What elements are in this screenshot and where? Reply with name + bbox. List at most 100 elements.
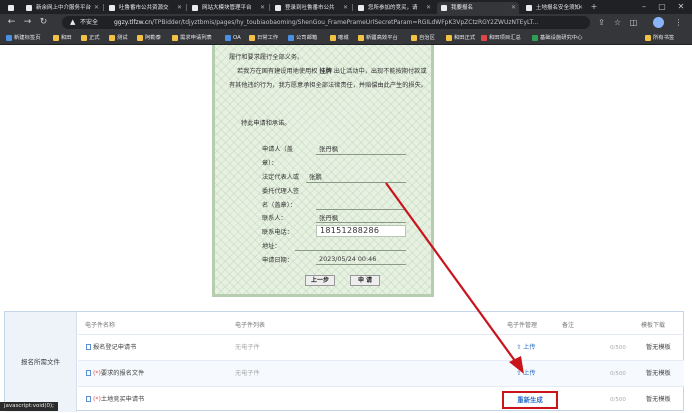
file-list: 无电子件: [235, 344, 260, 351]
template-text: 暂无模板: [646, 370, 671, 377]
page-icon: [109, 5, 115, 11]
bookmark-label: 和田项目汇总: [489, 35, 521, 41]
close-icon[interactable]: ✕: [511, 2, 516, 14]
tab-2[interactable]: 吐鲁番市公共资源交 ✕: [105, 2, 185, 14]
apply-button[interactable]: 申 请: [350, 275, 380, 286]
folder-icon: [330, 35, 336, 41]
bookmark-item[interactable]: 新疆高效平台: [358, 31, 398, 45]
all-bookmarks[interactable]: 所有书签: [645, 31, 674, 45]
page-icon: [441, 5, 447, 11]
menu-dots-icon[interactable]: ⋮: [673, 17, 684, 28]
close-icon[interactable]: ✕: [578, 2, 583, 14]
cert-text-part: 出让活动中，出现不能按期付款或: [333, 68, 427, 75]
upload-link[interactable]: ⇧ 上传: [516, 361, 536, 387]
back-icon[interactable]: ←: [6, 17, 17, 28]
tab-title: 您所参加的竞买，请: [368, 5, 418, 11]
phone-input[interactable]: 18151288286: [316, 225, 406, 237]
tab-4[interactable]: 登录到吐鲁番市公共 ✕: [271, 2, 351, 14]
bookmark-label: 公司邮箱: [296, 35, 318, 41]
globe-icon: [6, 35, 12, 41]
required-mark: (*): [93, 370, 101, 377]
profile-avatar[interactable]: [653, 17, 664, 28]
header-list: 电子件列表: [235, 322, 266, 329]
folder-icon: [53, 35, 59, 41]
upload-label: 上传: [523, 344, 536, 351]
close-icon[interactable]: ✕: [177, 2, 182, 14]
bookmark-item[interactable]: 和田项目汇总: [481, 31, 521, 45]
page-content: 履行和要求履行全部义务。 若我方在国有建设用地使用权 挂牌 出让活动中，出现不能…: [0, 45, 692, 412]
note-count: 0/500: [610, 397, 626, 403]
close-icon[interactable]: ✕: [260, 2, 265, 14]
header-template: 模板下载: [641, 322, 666, 329]
close-icon[interactable]: ✕: [94, 2, 99, 14]
insecure-label[interactable]: 不安全: [80, 16, 98, 29]
cert-text-line: 特此申请和承诺。: [241, 120, 291, 127]
tab-5[interactable]: 您所参加的竞买，请 ✕: [354, 2, 434, 14]
bookmark-item[interactable]: 日常工作: [249, 31, 278, 45]
extensions-icon[interactable]: ◫: [628, 17, 639, 28]
table-row: (*)要求的报名文件 无电子件 ⇧ 上传 0/500 暂无模板: [78, 360, 684, 386]
bookmark-label: 测试: [117, 35, 128, 41]
bookmark-item[interactable]: 正式: [81, 31, 100, 45]
tab-title: 我要报名: [451, 5, 474, 11]
oa-icon: [225, 35, 231, 41]
bookmark-star-icon[interactable]: ☆: [612, 17, 623, 28]
applicant-label: 申请人（盖: [262, 146, 293, 153]
tab-1[interactable]: 新余网上中介服务平台 ✕: [22, 2, 102, 14]
url-text[interactable]: ggzy.tlfzw.cn/TPBidder/tdjyztbmis/pages/…: [114, 16, 584, 29]
forward-icon[interactable]: →: [22, 17, 33, 28]
header-name: 电子件名称: [85, 322, 116, 329]
tab-title: 土地报名安全须知: [536, 5, 581, 11]
contact-value: 张丹枫: [319, 214, 339, 222]
bookmark-item[interactable]: 和田正式: [446, 31, 475, 45]
bookmark-item[interactable]: OA: [225, 31, 241, 45]
prev-step-button[interactable]: 上一步: [305, 275, 335, 286]
maximize-icon[interactable]: ▢: [654, 0, 670, 14]
new-tab-icon[interactable]: +: [588, 0, 600, 14]
file-name-cell: (*)土地竞买申请书: [86, 387, 144, 413]
browser-tab-bar: 新余网上中介服务平台 ✕ 吐鲁番市公共资源交 ✕ 网站大模块管理平台 ✕ 登录到…: [0, 0, 692, 14]
minimize-icon[interactable]: –: [636, 0, 652, 14]
page-icon: [192, 5, 198, 11]
address-bar[interactable]: ▲ 不安全 ggzy.tlfzw.cn/TPBidder/tdjyztbmis/…: [62, 16, 590, 29]
folder-icon: [81, 35, 87, 41]
tab-6-active[interactable]: 我要报名 ✕: [437, 2, 519, 14]
share-icon[interactable]: ⇪: [596, 17, 607, 28]
research-icon: [532, 35, 538, 41]
bookmark-item[interactable]: 新建标签页: [6, 31, 41, 45]
reload-icon[interactable]: ↻: [38, 17, 49, 28]
close-icon[interactable]: ✕: [426, 2, 431, 14]
url-host: ggzy.tlfzw.cn: [114, 19, 153, 26]
bookmark-label: 喀城: [338, 35, 349, 41]
required-mark: (*): [93, 396, 101, 403]
tab-7[interactable]: 土地报名安全须知 ✕: [522, 2, 586, 14]
bookmark-item[interactable]: 需求申请列表: [172, 31, 212, 45]
bookmark-label: 日常工作: [257, 35, 279, 41]
bookmark-item[interactable]: 公司邮箱: [288, 31, 317, 45]
file-name-cell: 报名登记申请书: [86, 335, 136, 361]
regenerate-button[interactable]: 重新生成: [502, 391, 558, 409]
bookmark-item[interactable]: 测试: [109, 31, 128, 45]
folder-icon: [645, 35, 651, 41]
page-icon: [358, 5, 364, 11]
bookmark-label: 正式: [89, 35, 100, 41]
record-icon: [481, 35, 487, 41]
bookmark-item[interactable]: 阿勒泰: [137, 31, 161, 45]
window-close-icon[interactable]: ✕: [673, 0, 689, 14]
agent-label: 委托代理人签: [262, 188, 300, 195]
tab-strip-menu[interactable]: [4, 2, 18, 14]
bookmark-item[interactable]: 喀城: [330, 31, 349, 45]
bookmark-label: OA: [233, 35, 241, 41]
url-path: /TPBidder/tdjyztbmis/pages/hy_toubiaobao…: [152, 19, 539, 26]
bookmark-item[interactable]: 基础设施研究中心: [532, 31, 582, 45]
tab-3[interactable]: 网站大模块管理平台 ✕: [188, 2, 268, 14]
bookmark-item[interactable]: 自治区: [411, 31, 435, 45]
upload-link[interactable]: ⇧ 上传: [516, 335, 536, 361]
table-row: 报名登记申请书 无电子件 ⇧ 上传 0/500 暂无模板: [78, 334, 684, 360]
bookmark-item[interactable]: 和田: [53, 31, 72, 45]
close-icon[interactable]: ✕: [343, 2, 348, 14]
bookmarks-bar: 新建标签页 和田 正式 测试 阿勒泰 需求申请列表 OA 日常工作 公司邮箱 喀…: [0, 31, 692, 45]
warning-icon: ▲: [70, 18, 76, 26]
table-row: (*)土地竞买申请书 重新生成 0/500 暂无模板: [78, 386, 684, 412]
folder-icon: [109, 35, 115, 41]
